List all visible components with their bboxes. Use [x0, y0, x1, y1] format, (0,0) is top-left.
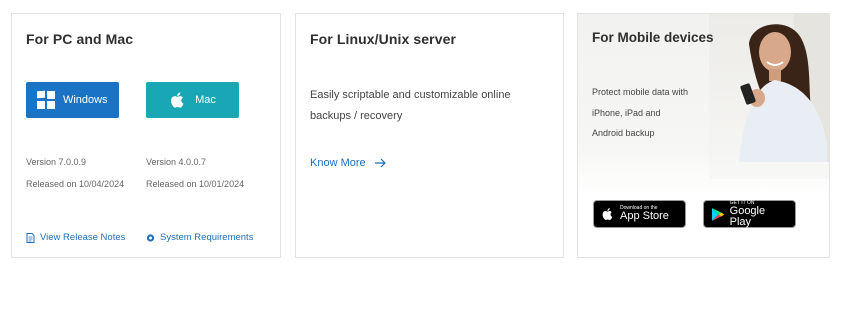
linux-description: Easily scriptable and customizable onlin…	[310, 89, 511, 122]
know-more-label: Know More	[310, 157, 366, 169]
view-release-notes-link[interactable]: View Release Notes	[26, 232, 125, 243]
mobile-title: For Mobile devices	[592, 30, 714, 45]
mac-release-date: Released on 10/01/2024	[146, 179, 245, 189]
mobile-description-line: iPhone, iPad and	[592, 107, 661, 118]
apple-icon	[602, 208, 613, 220]
mac-button-label: Mac	[195, 94, 216, 106]
mac-version: Version 4.0.0.7	[146, 157, 207, 167]
apple-icon	[171, 92, 184, 108]
google-play-badge[interactable]: GET IT ON Google Play	[703, 200, 796, 228]
windows-download-button[interactable]: Windows	[26, 82, 119, 118]
google-play-icon	[711, 207, 724, 221]
mobile-description: Protect mobile data with iPhone, iPad an…	[592, 82, 712, 144]
mobile-description-line: Protect mobile data with	[592, 87, 689, 97]
mac-download-button[interactable]: Mac	[146, 82, 239, 118]
arrow-right-icon	[374, 158, 386, 168]
app-store-big-text: App Store	[620, 210, 669, 222]
windows-version: Version 7.0.0.9	[26, 157, 87, 167]
windows-release-date: Released on 10/04/2024	[26, 179, 125, 189]
pc-mac-card: For PC and Mac Windows Mac Version 7.0.0…	[11, 13, 281, 258]
system-requirements-link[interactable]: System Requirements	[146, 232, 253, 243]
know-more-link[interactable]: Know More	[310, 157, 386, 169]
system-requirements-label: System Requirements	[160, 232, 254, 243]
mobile-card: For Mobile devices Protect mobile data w…	[577, 13, 830, 258]
app-store-badge[interactable]: Download on the App Store	[593, 200, 686, 228]
google-play-big-text: Google Play	[729, 204, 766, 228]
pc-mac-title: For PC and Mac	[26, 31, 134, 47]
view-release-notes-label: View Release Notes	[40, 232, 126, 243]
document-icon	[26, 232, 35, 243]
gear-icon	[146, 233, 155, 242]
mobile-description-line: Android backup	[592, 128, 655, 138]
windows-button-label: Windows	[62, 94, 108, 106]
woman-with-phone-image	[709, 14, 829, 179]
linux-card: For Linux/Unix server Easily scriptable …	[295, 13, 564, 258]
linux-title: For Linux/Unix server	[310, 31, 457, 47]
windows-icon	[37, 90, 55, 109]
